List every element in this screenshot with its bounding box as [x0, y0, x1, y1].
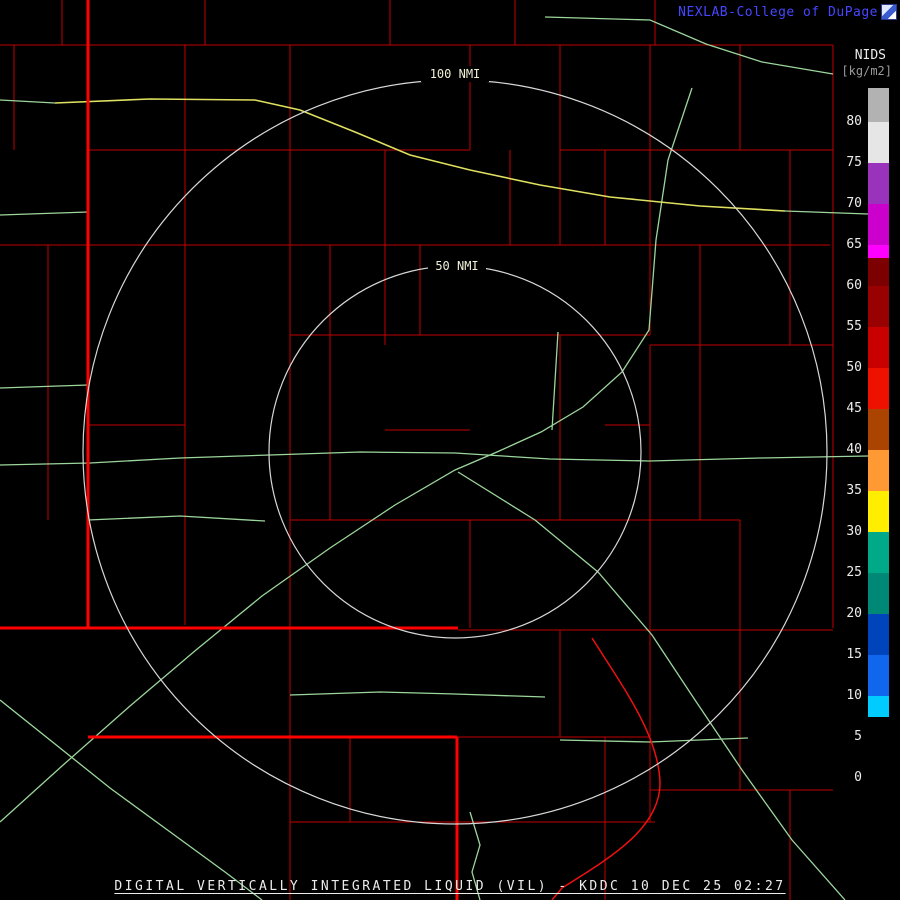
radar-map: [0, 0, 869, 900]
colorbar-segment: [868, 614, 889, 655]
colorbar-tick-label: 70: [846, 196, 862, 211]
colorbar-segment: [868, 327, 889, 368]
cod-logo-icon: [881, 4, 897, 20]
range-rings: [82, 79, 828, 825]
brand-text: NEXLAB-College of DuPage: [678, 5, 878, 20]
units-label: [kg/m2]: [841, 64, 892, 78]
colorbar-tick-label: 40: [846, 442, 862, 457]
colorbar-segment: [868, 245, 889, 258]
colorbar-tick-label: 65: [846, 237, 862, 252]
colorbar-tick-label: 50: [846, 360, 862, 375]
colorbar-segment: [868, 696, 889, 717]
colorbar-tick-label: 20: [846, 606, 862, 621]
range-ring-50nmi: [268, 265, 642, 639]
colorbar-segment: [868, 204, 889, 245]
colorbar-segment: [868, 368, 889, 409]
colorbar-segment: [868, 573, 889, 614]
colorbar-segment: [868, 409, 889, 450]
radar-display: 100 NMI 50 NMI NEXLAB-College of DuPage …: [0, 0, 900, 900]
product-caption: DIGITAL VERTICALLY INTEGRATED LIQUID (VI…: [114, 879, 786, 894]
road-network: [0, 16, 869, 900]
colorbar-tick-label: 45: [846, 401, 862, 416]
product-label: NIDS: [854, 48, 886, 63]
colorbar-segment: [868, 491, 889, 532]
colorbar-tick-label: 10: [846, 688, 862, 703]
county-boundaries: [0, 0, 834, 900]
range-ring-label-100nmi: 100 NMI: [421, 66, 489, 82]
colorbar-tick-label: 30: [846, 524, 862, 539]
colorbar-tick-label: 35: [846, 483, 862, 498]
colorbar-segment: [868, 163, 889, 204]
colorbar-tick-label: 0: [854, 770, 862, 785]
red-route: [551, 637, 661, 900]
colorbar-segment: [868, 286, 889, 327]
colorbar-tick-label: 75: [846, 155, 862, 170]
colorbar-segment: [868, 88, 889, 122]
colorbar-segment: [868, 717, 889, 798]
colorbar-tick-label: 25: [846, 565, 862, 580]
colorbar-segment: [868, 122, 889, 163]
range-ring-100nmi: [82, 79, 828, 825]
colorbar-segment: [868, 532, 889, 573]
colorbar-tick-label: 5: [854, 729, 862, 744]
colorbar-tick-label: 15: [846, 647, 862, 662]
colorbar-scale: [868, 88, 889, 798]
colorbar-tick-label: 80: [846, 114, 862, 129]
colorbar-segment: [868, 450, 889, 491]
interstate-highway: [54, 98, 786, 212]
range-ring-label-50nmi: 50 NMI: [428, 258, 486, 274]
colorbar-segment: [868, 655, 889, 696]
colorbar-tick-label: 55: [846, 319, 862, 334]
colorbar-segment: [868, 258, 889, 286]
major-highways: [0, 0, 459, 900]
colorbar-tick-label: 60: [846, 278, 862, 293]
